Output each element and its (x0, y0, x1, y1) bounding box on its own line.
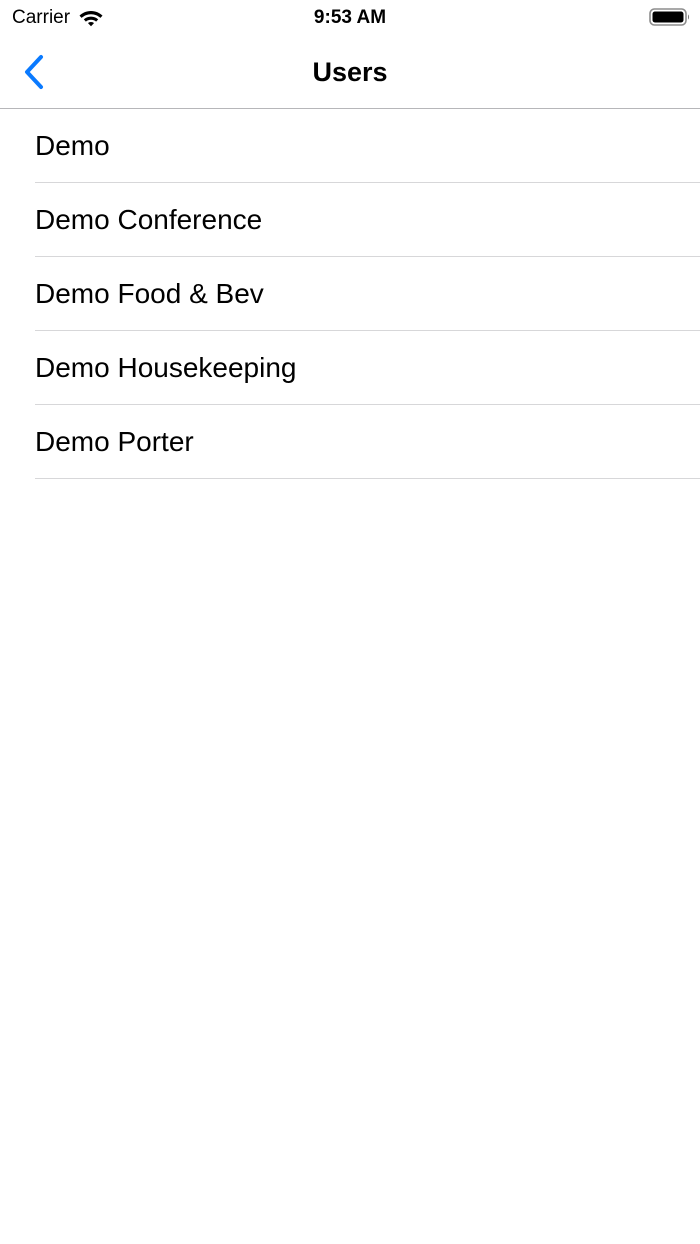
user-row-label: Demo Housekeeping (35, 352, 297, 383)
status-bar: Carrier 9:53 AM (0, 0, 700, 36)
page-title: Users (312, 57, 388, 87)
user-row-demo-food-bev[interactable]: Demo Food & Bev (0, 257, 700, 331)
user-list: Demo Demo Conference Demo Food & Bev Dem… (0, 109, 700, 479)
user-row-demo[interactable]: Demo (0, 109, 700, 183)
user-row-label: Demo Porter (35, 426, 194, 457)
user-row-label: Demo Food & Bev (35, 278, 264, 309)
battery-icon (649, 8, 690, 26)
status-time: 9:53 AM (313, 7, 387, 28)
user-row-label: Demo (35, 130, 110, 161)
user-row-label: Demo Conference (35, 204, 263, 235)
user-row-demo-conference[interactable]: Demo Conference (0, 183, 700, 257)
user-row-demo-porter[interactable]: Demo Porter (0, 405, 700, 479)
user-row-demo-housekeeping[interactable]: Demo Housekeeping (0, 331, 700, 405)
navigation-bar: Users (0, 36, 700, 109)
